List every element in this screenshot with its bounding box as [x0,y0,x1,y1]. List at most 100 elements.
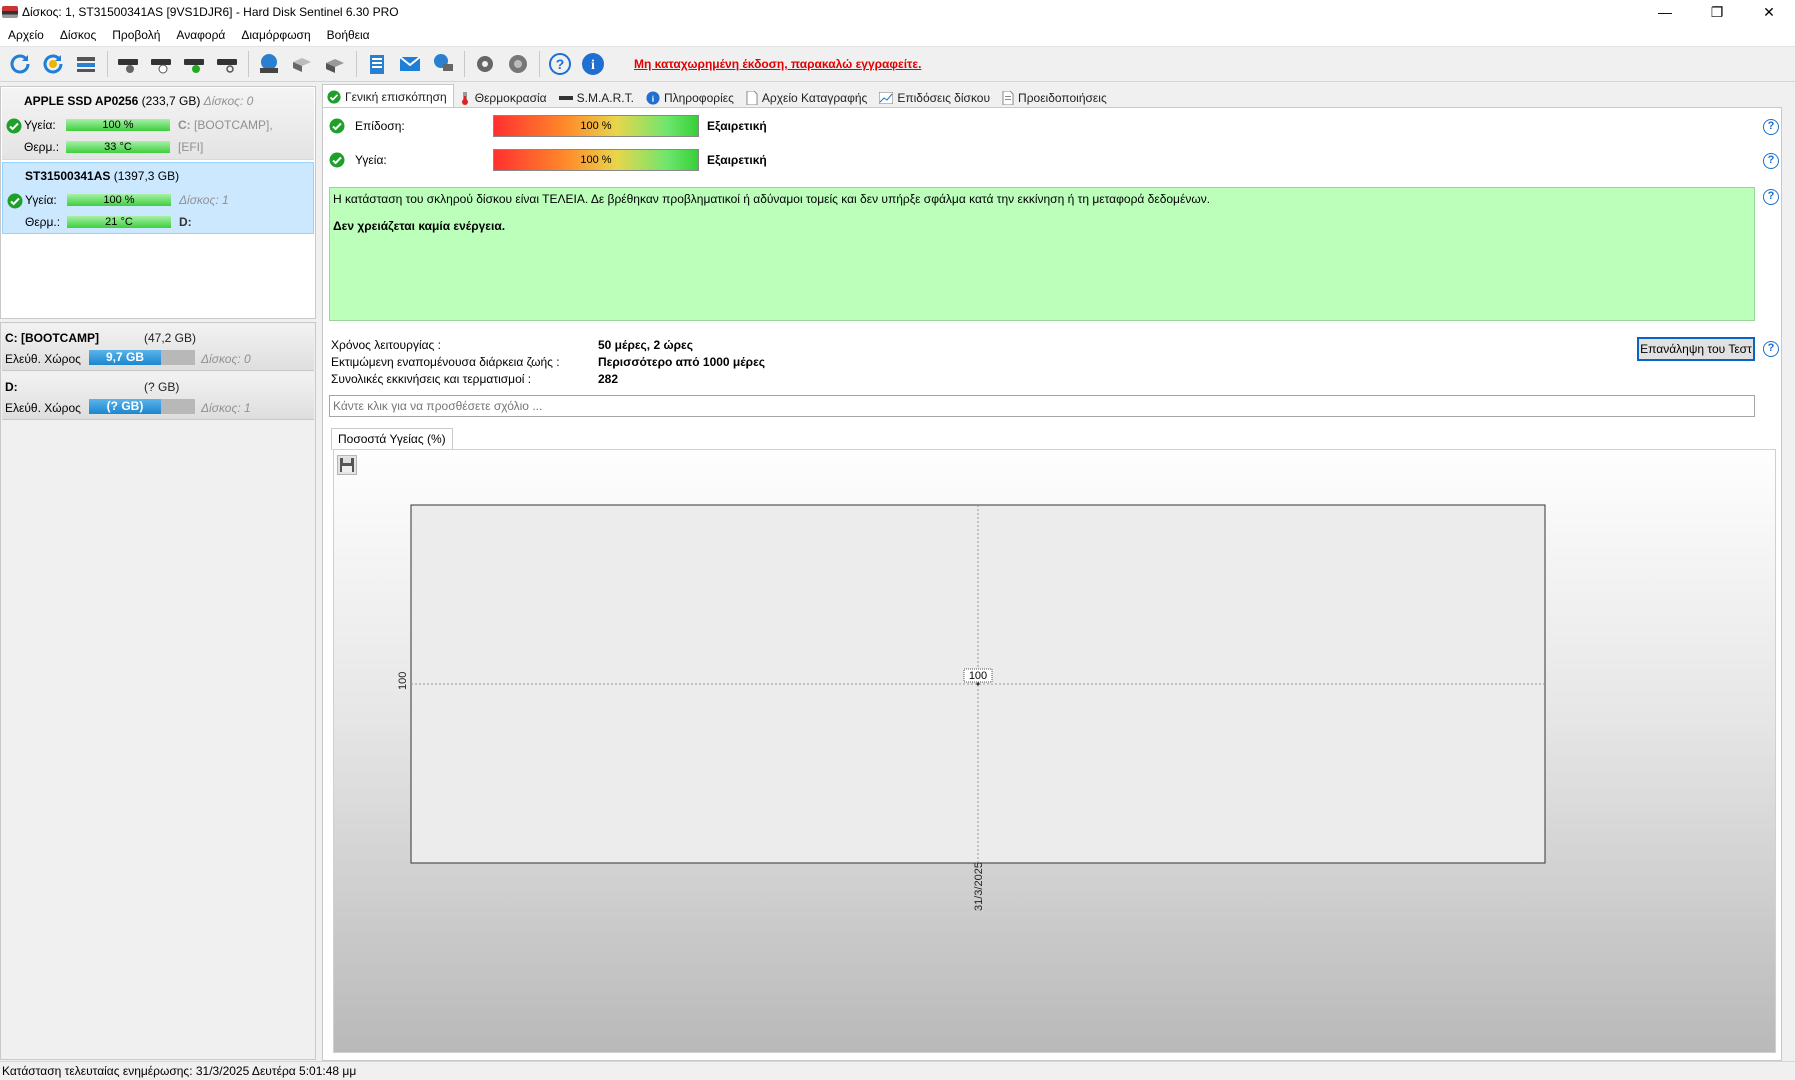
menu-view[interactable]: Προβολή [104,28,168,42]
tab-label: Θερμοκρασία [474,90,547,105]
tab-log[interactable]: Αρχείο Καταγραφής [741,86,874,108]
drive-search-button[interactable] [211,49,243,79]
retest-button[interactable]: Επανάληψη του Τεστ [1637,337,1755,361]
unregistered-link[interactable]: Μη καταχωρημένη έκδοση, παρακαλώ εγγραφε… [634,57,921,71]
disk-capacity: (1397,3 GB) [113,169,180,183]
ok-check-icon [7,193,23,209]
help-icon[interactable]: ? [1763,341,1779,357]
help-icon[interactable]: ? [1763,153,1779,169]
refresh-all-button[interactable] [37,49,69,79]
partition-disk: Δίσκος: 0 [201,352,251,366]
disk-card-0[interactable]: APPLE SSD AP0256 (233,7 GB) Δίσκος: 0 Υγ… [2,88,314,160]
disk-list-button[interactable] [70,49,102,79]
close-button[interactable]: ✕ [1743,0,1795,24]
uptime-label: Χρόνος λειτουργίας : [331,338,441,352]
sound-button[interactable] [502,49,534,79]
report-button[interactable] [361,49,393,79]
health-label: Υγεία: [355,153,387,167]
health-chart: 31/3/2025 100 100 [397,504,1546,911]
temperature-bar: 21 °C [67,216,171,228]
partition-card-c[interactable]: C: [BOOTCAMP] (47,2 GB) Ελεύθ. Χώρος 9,7… [2,325,314,371]
health-bar: 100 % [67,194,171,206]
menu-configuration[interactable]: Διαμόρφωση [233,28,318,42]
health-bar: 100 % [493,149,699,171]
power-cycles-label: Συνολικές εκκινήσεις και τερματισμοί : [331,372,532,386]
action-text: Δεν χρειάζεται καμία ενέργεια. [333,219,506,233]
partition-label: C: [BOOTCAMP], [178,118,273,132]
disk-name: APPLE SSD AP0256 (233,7 GB) Δίσκος: 0 [24,94,253,108]
help-icon[interactable]: ? [1763,119,1779,135]
drive-backup-button[interactable] [286,49,318,79]
data-label: 100 [969,670,987,682]
menu-report[interactable]: Αναφορά [168,28,233,42]
help-icon[interactable]: ? [1763,189,1779,205]
question-icon: ? [549,53,571,75]
performance-bar: 100 % [493,115,699,137]
network-drive-button[interactable] [253,49,285,79]
drive-test-icon [118,59,138,73]
menu-help[interactable]: Βοήθεια [319,28,378,42]
disk-capacity: (233,7 GB) [141,94,201,108]
tab-information[interactable]: i Πληροφορίες [641,86,741,108]
about-button[interactable]: i [577,49,609,79]
free-space-value: 9,7 GB [105,350,144,364]
minimize-button[interactable]: — [1639,0,1691,24]
email-report-button[interactable] [394,49,426,79]
health-bar: 100 % [66,119,170,131]
toolbar-separator [356,51,357,77]
disk-name: ST31500341AS (1397,3 GB) [25,169,179,183]
status-description: Η κατάσταση του σκληρού δίσκου είναι ΤΕΛ… [329,187,1755,321]
partition-letter: D: [179,215,192,229]
window-controls: — ❐ ✕ [1639,0,1795,24]
health-rating: Εξαιρετική [707,153,767,167]
svg-text:?: ? [556,56,565,72]
toolbar-separator [248,51,249,77]
tab-health-chart[interactable]: Ποσοστά Υγείας (%) [331,428,453,450]
chart-icon [879,91,894,104]
info-icon: i [646,90,660,105]
title-bar: Δίσκος: 1, ST31500341AS [9VS1DJR6] - Har… [0,0,1795,24]
free-space-label: Ελεύθ. Χώρος [5,352,81,366]
tab-smart[interactable]: S.M.A.R.T. [554,86,641,108]
drive-check-button[interactable] [178,49,210,79]
power-cycles-value: 282 [598,372,619,386]
tab-label: Προειδοποιήσεις [1018,90,1107,105]
thermometer-icon [461,91,468,105]
partition-card-d[interactable]: D: (? GB) Ελεύθ. Χώρος (? GB) Δίσκος: 1 [2,374,314,420]
drive-arrow-button[interactable] [319,49,351,79]
menu-bar: Αρχείο Δίσκος Προβολή Αναφορά Διαμόρφωση… [0,24,1795,46]
settings-button[interactable] [469,49,501,79]
comment-input[interactable] [329,395,1755,417]
free-space-label: Ελεύθ. Χώρος [5,401,81,415]
drive-clock-button[interactable] [145,49,177,79]
partition-size: (? GB) [144,380,180,394]
disk-list: APPLE SSD AP0256 (233,7 GB) Δίσκος: 0 Υγ… [0,86,316,319]
refresh-button[interactable] [4,49,36,79]
partition-name: [BOOTCAMP], [194,118,273,132]
web-report-button[interactable] [427,49,459,79]
disk-card-1[interactable]: ST31500341AS (1397,3 GB) Υγεία: 100 % Δί… [2,162,314,234]
lifetime-label: Εκτιμώμενη εναπομένουσα διάρκεια ζωής : [331,355,560,369]
menu-disk[interactable]: Δίσκος [52,28,104,42]
help-button[interactable]: ? [544,49,576,79]
tab-disk-performance[interactable]: Επιδόσεις δίσκου [874,86,997,108]
app-window: Δίσκος: 1, ST31500341AS [9VS1DJR6] - Har… [0,0,1795,1080]
maximize-button[interactable]: ❐ [1691,0,1743,24]
tab-overview[interactable]: Γενική επισκόπηση [322,84,454,108]
surface-test-button[interactable] [112,49,144,79]
menu-file[interactable]: Αρχείο [0,28,52,42]
window-title: Δίσκος: 1, ST31500341AS [9VS1DJR6] - Har… [22,5,399,19]
tab-label: Πληροφορίες [663,90,734,105]
info-icon: i [582,53,604,75]
tab-alerts[interactable]: Προειδοποιήσεις [997,86,1114,108]
tab-label: S.M.A.R.T. [576,90,634,105]
performance-rating: Εξαιρετική [707,119,767,133]
tab-label: Αρχείο Καταγραφής [761,90,868,105]
warning-doc-icon [1002,90,1014,105]
tab-temperature[interactable]: Θερμοκρασία [454,86,554,108]
drive-arrow-icon [326,59,344,73]
app-drive-icon [2,6,18,18]
temperature-bar: 33 °C [66,141,170,153]
envelope-icon [399,56,421,71]
free-space-bar: 9,7 GB [89,350,195,365]
